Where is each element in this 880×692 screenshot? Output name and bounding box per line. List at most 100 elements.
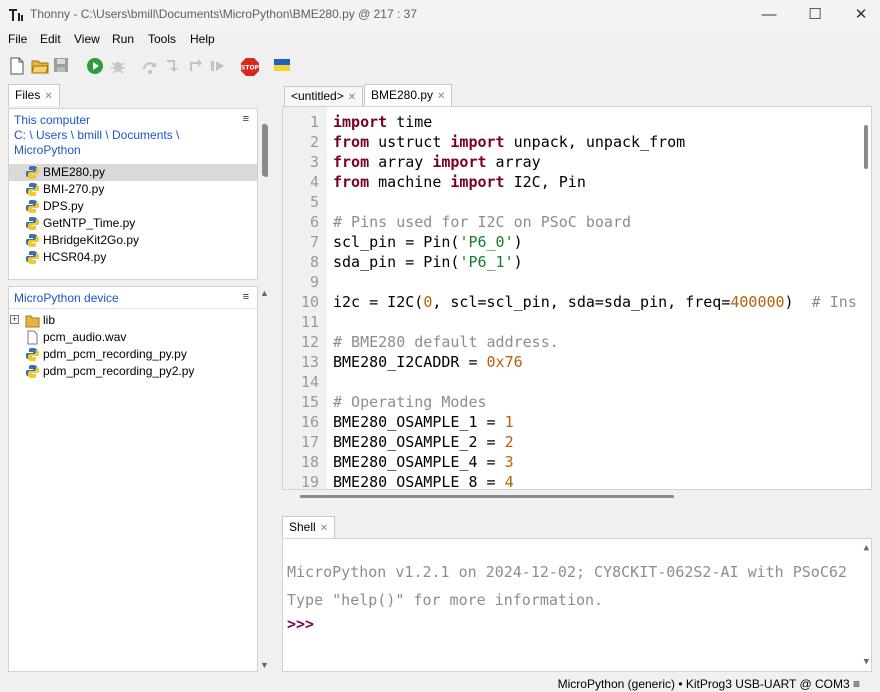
breadcrumb-folder[interactable]: MicroPython xyxy=(14,143,81,157)
shell-tabbar: Shell ✕ xyxy=(282,516,880,538)
list-item[interactable]: pdm_pcm_recording_py.py xyxy=(9,346,257,363)
code-line[interactable]: # Pins used for I2C on PSoC board xyxy=(333,213,631,231)
hscroll-thumb[interactable] xyxy=(300,495,674,498)
list-item[interactable]: DPS.py xyxy=(9,198,257,215)
menu-tools[interactable]: Tools xyxy=(148,32,176,46)
tab-shell[interactable]: Shell ✕ xyxy=(282,516,336,538)
list-item[interactable]: BME280.py xyxy=(9,164,257,181)
editor-scrollbar[interactable] xyxy=(864,125,868,169)
panel-menu-icon[interactable]: ≡ xyxy=(243,113,249,125)
file-name: pdm_pcm_recording_py2.py xyxy=(43,364,195,378)
line-number: 1 xyxy=(309,113,319,131)
list-item[interactable]: pcm_audio.wav xyxy=(9,329,257,346)
file-name: HBridgeKit2Go.py xyxy=(43,233,140,247)
files-scrollbar[interactable] xyxy=(262,124,267,176)
close-icon[interactable]: ✕ xyxy=(320,523,328,534)
new-file-icon[interactable] xyxy=(9,57,27,75)
python-file-icon xyxy=(25,347,40,362)
save-icon[interactable] xyxy=(53,57,71,75)
step-over-icon[interactable] xyxy=(141,57,159,75)
code-line[interactable]: from ustruct import unpack, unpack_from xyxy=(333,133,685,151)
close-icon[interactable]: ✕ xyxy=(348,92,356,103)
menu-run[interactable]: Run xyxy=(112,32,134,46)
shell-console[interactable]: MicroPython v1.2.1 on 2024-12-02; CY8CKI… xyxy=(282,538,872,672)
stop-icon[interactable]: STOP xyxy=(240,57,260,76)
list-item[interactable]: + lib xyxy=(9,312,257,329)
files-tabbar: Files ✕ xyxy=(0,84,280,106)
open-folder-icon[interactable] xyxy=(31,57,49,75)
file-name: pdm_pcm_recording_py.py xyxy=(43,347,187,361)
code-line[interactable]: i2c = I2C(0, scl=scl_pin, sda=sda_pin, f… xyxy=(333,293,857,311)
editor-hscrollbar[interactable] xyxy=(282,490,872,504)
step-out-icon[interactable] xyxy=(187,57,205,75)
scroll-up-icon[interactable]: ▲ xyxy=(864,543,869,553)
line-number: 2 xyxy=(309,133,319,151)
code-line[interactable]: import time xyxy=(333,113,432,131)
list-item[interactable]: HCSR04.py xyxy=(9,249,257,266)
expand-icon[interactable]: + xyxy=(10,315,19,324)
code-line[interactable]: BME280_OSAMPLE_2 = 2 xyxy=(333,433,514,451)
maximize-button[interactable]: ☐ xyxy=(792,0,838,30)
code-line[interactable]: sda_pin = Pin('P6_1') xyxy=(333,253,523,271)
python-file-icon xyxy=(25,364,40,379)
line-number: 5 xyxy=(309,193,319,211)
list-item[interactable]: GetNTP_Time.py xyxy=(9,215,257,232)
line-number-gutter: 1 2 3 4 5 6 7 8 9 10 11 12 13 14 15 16 17 18 19 xyxy=(283,107,327,489)
minimize-button[interactable]: — xyxy=(746,0,792,30)
python-file-icon xyxy=(25,199,40,214)
device-scrollbar[interactable]: ▲ ▼ xyxy=(258,286,272,672)
list-item[interactable]: BMI-270.py xyxy=(9,181,257,198)
code-line[interactable]: from array import array xyxy=(333,153,541,171)
line-number: 14 xyxy=(300,373,319,391)
breadcrumb[interactable]: C: \ Users \ bmill \ Documents \ xyxy=(14,128,179,142)
this-computer-panel: This computer ≡ C: \ Users \ bmill \ Doc… xyxy=(8,108,268,280)
code-editor[interactable]: 1 2 3 4 5 6 7 8 9 10 11 12 13 14 15 16 17 18 19 import tim… xyxy=(282,106,872,490)
list-item[interactable]: HBridgeKit2Go.py xyxy=(9,232,257,249)
code-line[interactable]: BME280_OSAMPLE_8 = 4 xyxy=(333,473,514,489)
close-button[interactable]: ✕ xyxy=(838,0,880,30)
this-computer-header[interactable]: This computer xyxy=(14,113,90,127)
close-icon[interactable]: ✕ xyxy=(437,91,445,102)
panel-menu-icon[interactable]: ≡ xyxy=(243,291,249,303)
code-line[interactable]: # BME280 default address. xyxy=(333,333,559,351)
scroll-up-icon[interactable]: ▲ xyxy=(260,288,269,298)
menu-bar: File Edit View Run Tools Help xyxy=(0,30,880,50)
scroll-down-icon[interactable]: ▼ xyxy=(864,657,869,667)
code-line[interactable]: BME280_OSAMPLE_1 = 1 xyxy=(333,413,514,431)
tab-bme280[interactable]: BME280.py ✕ xyxy=(364,84,453,106)
ukraine-flag-icon[interactable] xyxy=(273,57,291,75)
close-icon[interactable]: ✕ xyxy=(44,91,52,102)
line-number: 8 xyxy=(309,253,319,271)
editor-tabbar: <untitled> ✕ BME280.py ✕ xyxy=(282,84,880,106)
shell-prompt[interactable]: >>> xyxy=(287,615,314,633)
menu-file[interactable]: File xyxy=(8,32,27,46)
file-name: DPS.py xyxy=(43,199,84,213)
status-bar: MicroPython (generic) • KitProg3 USB-UAR… xyxy=(0,672,880,692)
list-item[interactable]: pdm_pcm_recording_py2.py xyxy=(9,363,257,380)
window-title: Thonny - C:\Users\bmill\Documents\MicroP… xyxy=(30,7,417,21)
tab-files[interactable]: Files ✕ xyxy=(8,84,60,106)
line-number: 3 xyxy=(309,153,319,171)
debug-icon[interactable] xyxy=(109,57,127,75)
device-header[interactable]: MicroPython device xyxy=(14,291,119,305)
line-number: 6 xyxy=(309,213,319,231)
shell-help-text: Type "help()" for more information. xyxy=(287,591,604,609)
toolbar: STOP xyxy=(0,52,880,80)
step-into-icon[interactable] xyxy=(164,57,182,75)
menu-help[interactable]: Help xyxy=(190,32,215,46)
code-line[interactable]: from machine import I2C, Pin xyxy=(333,173,586,191)
menu-edit[interactable]: Edit xyxy=(40,32,61,46)
code-line[interactable]: scl_pin = Pin('P6_0') xyxy=(333,233,523,251)
tab-untitled[interactable]: <untitled> ✕ xyxy=(284,86,364,106)
code-line[interactable]: BME280_OSAMPLE_4 = 3 xyxy=(333,453,514,471)
code-line[interactable]: BME280_I2CADDR = 0x76 xyxy=(333,353,523,371)
resume-icon[interactable] xyxy=(209,57,227,75)
run-icon[interactable] xyxy=(86,57,104,75)
line-number: 10 xyxy=(300,293,319,311)
interpreter-status[interactable]: MicroPython (generic) • KitProg3 USB-UAR… xyxy=(558,677,860,691)
code-line[interactable]: # Operating Modes xyxy=(333,393,487,411)
thonny-logo-icon xyxy=(8,7,24,23)
python-file-icon xyxy=(25,250,40,265)
scroll-down-icon[interactable]: ▼ xyxy=(260,660,269,670)
menu-view[interactable]: View xyxy=(74,32,100,46)
